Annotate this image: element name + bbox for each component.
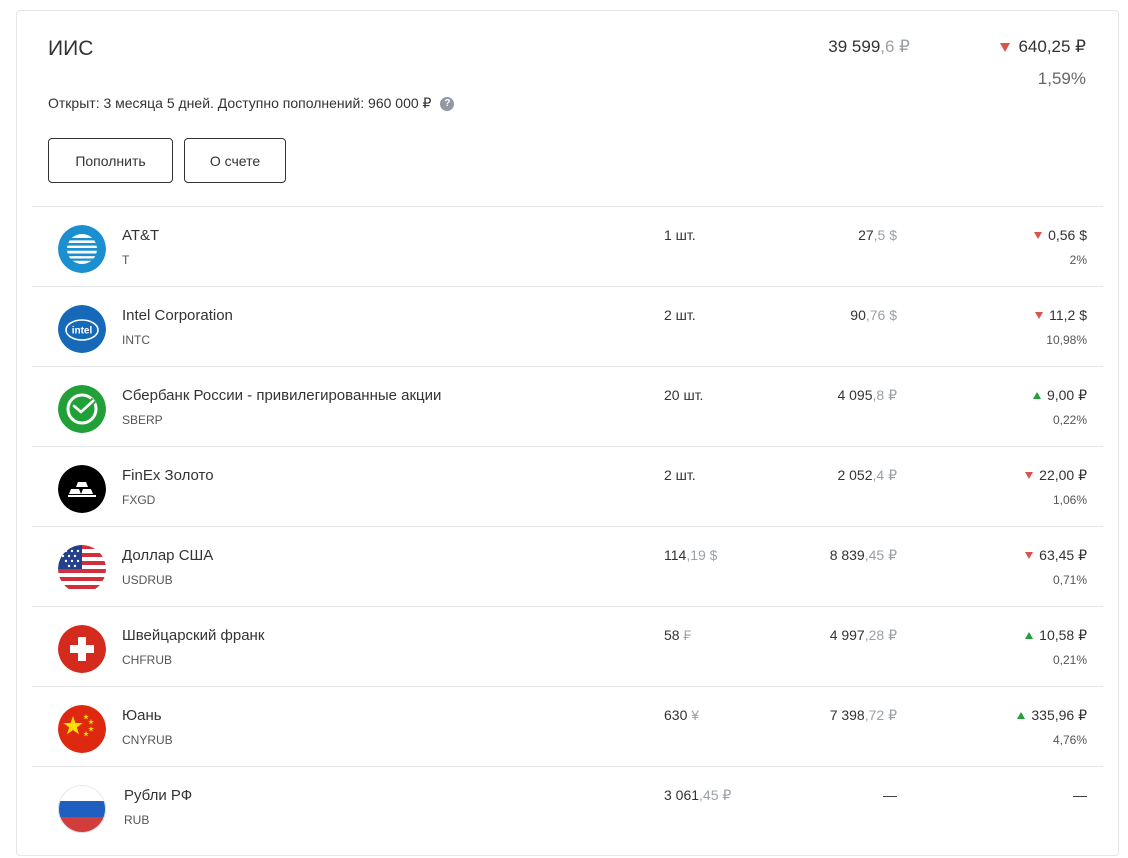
position-row[interactable]: Рубли РФ RUB 3 061,45 ₽ — — [32,767,1103,847]
position-ticker: USDRUB [122,573,173,587]
position-change: 22,00 ₽ [1025,467,1087,484]
position-price: 4 997,28 ₽ [829,627,897,643]
account-card: ИИС 39 599,6 ₽ 640,25 ₽ 1,59% Открыт: 3 … [16,10,1119,856]
position-row[interactable]: AT&T T 1 шт. 27,5 $ 0,56 $ 2% [32,207,1103,287]
position-qty: 2 шт. [664,307,696,323]
svg-text:intel: intel [72,326,93,337]
account-title: ИИС [48,37,94,60]
position-price: 8 839,45 ₽ [829,547,897,563]
att-icon [58,225,106,273]
about-account-button[interactable]: О счете [184,138,286,183]
position-ticker: INTC [122,333,150,347]
position-name: FinEx Золото [122,467,214,484]
position-price: 2 052,4 ₽ [837,467,897,483]
position-row[interactable]: FinEx Золото FXGD 2 шт. 2 052,4 ₽ 22,00 … [32,447,1103,527]
arrow-up-icon [1032,392,1041,399]
position-percent: 2% [1069,253,1087,267]
position-percent: 0,21% [1052,653,1087,667]
arrow-down-icon [1035,311,1044,319]
position-percent: 4,76% [1052,733,1087,747]
position-percent: 10,98% [1046,333,1087,347]
position-price: 27,5 $ [858,227,897,243]
position-name: Доллар США [122,547,214,564]
position-price: 4 095,8 ₽ [837,387,897,403]
account-info: Открыт: 3 месяца 5 дней. Доступно пополн… [48,95,455,112]
position-name: AT&T [122,227,160,244]
position-row[interactable]: intel Intel Corporation INTC 2 шт. 90,76… [32,287,1103,367]
position-ticker: RUB [124,813,150,827]
position-ticker: SBERP [122,413,163,427]
position-percent: 1,06% [1052,493,1087,507]
account-total: 39 599,6 ₽ [828,37,910,56]
arrow-down-icon [1034,231,1043,239]
position-name: Сбербанк России - привилегированные акци… [122,387,442,404]
positions-list: AT&T T 1 шт. 27,5 $ 0,56 $ 2% intel Inte… [32,207,1103,847]
intel-icon: intel [58,305,106,353]
position-ticker: T [122,253,130,267]
position-qty: 114,19 $ [664,547,718,563]
position-qty: 630 ¥ [664,707,700,723]
account-change: 640,25 ₽ [1000,37,1086,57]
position-row[interactable]: Доллар США USDRUB 114,19 $ 8 839,45 ₽ 63… [32,527,1103,607]
position-qty: 3 061,45 ₽ [664,787,732,803]
gold-bars-icon [58,465,106,513]
position-name: Юань [122,707,162,724]
position-qty: 2 шт. [664,467,696,483]
position-qty: 1 шт. [664,227,696,243]
position-row[interactable]: Сбербанк России - привилегированные акци… [32,367,1103,447]
position-percent: 0,71% [1052,573,1087,587]
china-flag-icon [58,705,106,753]
arrow-down-icon [1025,472,1034,479]
position-change: — [1073,787,1087,803]
position-qty: 58 ₣ [664,627,692,643]
position-price: 90,76 $ [850,307,897,323]
position-change: 0,56 $ [1034,227,1087,243]
position-price: — [883,787,897,803]
position-ticker: FXGD [122,493,156,507]
topup-button[interactable]: Пополнить [48,138,173,183]
account-percent: 1,59% [1037,69,1086,88]
position-change: 63,45 ₽ [1025,547,1087,564]
position-row[interactable]: Швейцарский франк CHFRUB 58 ₣ 4 997,28 ₽… [32,607,1103,687]
position-price: 7 398,72 ₽ [829,707,897,723]
position-ticker: CHFRUB [122,653,172,667]
position-percent: 0,22% [1052,413,1087,427]
sberbank-icon [58,385,106,433]
arrow-down-icon [1000,42,1011,52]
position-name: Рубли РФ [124,787,193,804]
position-change: 11,2 $ [1035,307,1087,323]
us-flag-icon [58,545,106,593]
russia-flag-icon [58,785,106,833]
position-name: Швейцарский франк [122,627,265,644]
swiss-flag-icon [58,625,106,673]
arrow-up-icon [1025,632,1034,639]
arrow-up-icon [1017,712,1026,719]
position-name: Intel Corporation [122,307,233,324]
help-icon[interactable]: ? [440,96,455,111]
arrow-down-icon [1025,552,1034,559]
position-row[interactable]: Юань CNYRUB 630 ¥ 7 398,72 ₽ 335,96 ₽ 4,… [32,687,1103,767]
position-qty: 20 шт. [664,387,704,403]
position-change: 9,00 ₽ [1032,387,1087,404]
position-change: 335,96 ₽ [1017,707,1087,724]
position-change: 10,58 ₽ [1025,627,1087,644]
position-ticker: CNYRUB [122,733,173,747]
